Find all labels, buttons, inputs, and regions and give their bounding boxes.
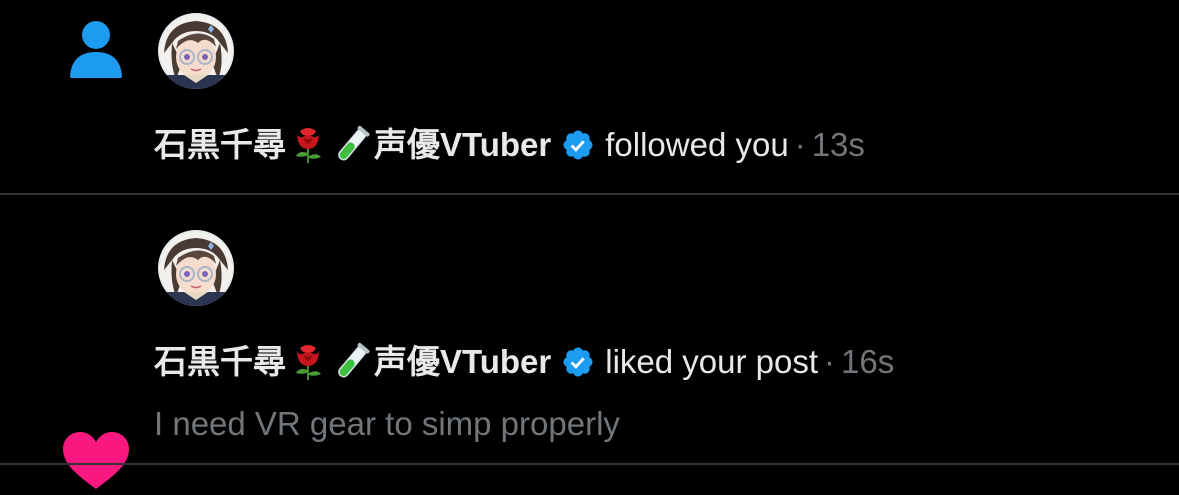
person-icon [70,20,122,78]
action-text: followed you [605,126,789,163]
test-tube-emoji-icon [332,125,372,165]
rose-emoji-icon [288,125,328,165]
verified-badge-icon [561,345,595,379]
divider [0,463,1179,465]
user-name[interactable]: 石黒千尋 声優VTuber [154,342,551,382]
separator-dot: · [824,343,836,380]
separator-dot: · [794,126,806,163]
avatar[interactable] [158,230,234,306]
user-name-suffix: 声優VTuber [374,126,552,163]
timestamp[interactable]: 16s [841,342,894,382]
test-tube-emoji-icon [332,342,372,382]
user-name-cjk: 石黒千尋 [154,343,286,380]
notification-follow[interactable]: 石黒千尋 声優VTuber followed you · 13s [0,0,1179,193]
notification-text: 石黒千尋 声優VTuber liked your post · 16s [154,342,894,382]
avatar[interactable] [158,13,234,89]
verified-badge-icon [561,128,595,162]
user-name-cjk: 石黒千尋 [154,126,286,163]
timestamp[interactable]: 13s [812,125,865,165]
post-preview-text[interactable]: I need VR gear to simp properly [154,404,620,444]
heart-icon [63,432,129,490]
notification-text: 石黒千尋 声優VTuber followed you · 13s [154,125,865,165]
user-name[interactable]: 石黒千尋 声優VTuber [154,125,551,165]
user-name-suffix: 声優VTuber [374,343,552,380]
action-text: liked your post [605,343,819,380]
rose-emoji-icon [288,342,328,382]
